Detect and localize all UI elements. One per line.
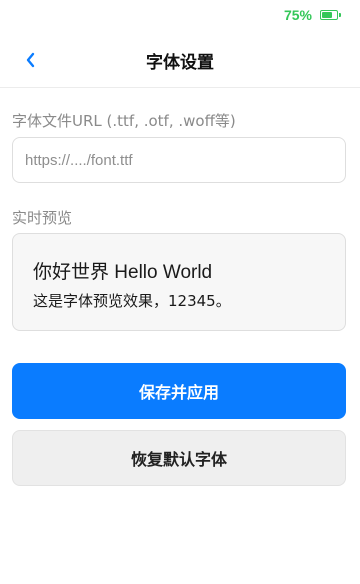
battery-fill [322, 12, 332, 18]
preview-text-heading: 你好世界 Hello World [33, 262, 213, 283]
nav-bar: 字体设置 [0, 32, 360, 88]
save-and-apply-button[interactable]: 保存并应用 [12, 363, 346, 419]
font-url-label: 字体文件URL (.ttf, .otf, .woff等) [12, 112, 236, 130]
battery-icon [320, 10, 341, 20]
font-url-input[interactable] [12, 137, 346, 183]
font-preview-box: 你好世界 Hello World 这是字体预览效果，12345。 [12, 233, 346, 331]
preview-text-body: 这是字体预览效果，12345。 [33, 292, 231, 310]
status-time: 10:45 [12, 7, 53, 23]
preview-label: 实时预览 [12, 209, 73, 227]
status-indicators: 75% [283, 7, 341, 23]
battery-percent: 75% [283, 7, 312, 23]
restore-default-font-button[interactable]: 恢复默认字体 [12, 430, 346, 486]
battery-cap [339, 13, 341, 17]
status-bar: 10:45 75% [0, 0, 360, 32]
page-title: 字体设置 [146, 53, 214, 73]
